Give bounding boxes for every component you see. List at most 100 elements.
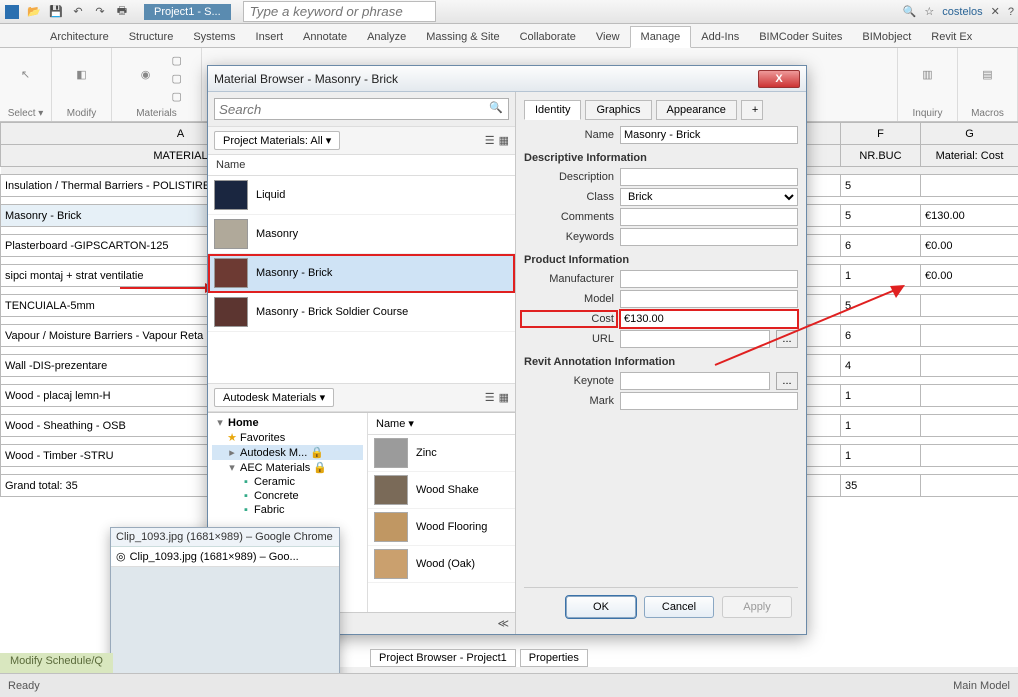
header-cost[interactable]: Material: Cost bbox=[921, 145, 1018, 167]
tab-appearance[interactable]: Appearance bbox=[656, 100, 737, 120]
table-cell[interactable] bbox=[921, 475, 1018, 497]
object-styles-icon[interactable]: ▢ bbox=[172, 54, 188, 70]
tab-manage[interactable]: Manage bbox=[630, 26, 692, 48]
infocenter-icon[interactable]: 🔍 bbox=[903, 5, 917, 18]
keynote-browse-button[interactable]: ... bbox=[776, 372, 798, 390]
workset-indicator[interactable]: Main Model bbox=[953, 680, 1010, 692]
tab-revitext[interactable]: Revit Ex bbox=[921, 27, 982, 47]
table-cell[interactable]: €0.00 bbox=[921, 265, 1018, 287]
project-tab[interactable]: Project1 - S... bbox=[144, 4, 231, 20]
table-cell[interactable]: 1 bbox=[841, 265, 921, 287]
user-menu[interactable]: costelos bbox=[942, 6, 982, 18]
tab-systems[interactable]: Systems bbox=[183, 27, 245, 47]
undo-icon[interactable]: ↶ bbox=[70, 4, 86, 20]
print-icon[interactable]: 🖶 bbox=[114, 4, 130, 20]
table-cell[interactable]: 6 bbox=[841, 325, 921, 347]
project-browser-tab[interactable]: Project Browser - Project1 bbox=[370, 649, 516, 667]
manufacturer-field[interactable] bbox=[620, 270, 798, 288]
app-menu-icon[interactable] bbox=[4, 4, 20, 20]
tab-add-button[interactable]: + bbox=[741, 100, 763, 120]
table-cell[interactable]: 35 bbox=[841, 475, 921, 497]
tab-massing[interactable]: Massing & Site bbox=[416, 27, 509, 47]
lib-view-thumb-icon[interactable]: ▦ bbox=[499, 391, 509, 404]
comments-field[interactable] bbox=[620, 208, 798, 226]
inquiry-icon[interactable]: ▥ bbox=[908, 54, 948, 94]
class-select[interactable]: Brick bbox=[620, 188, 798, 206]
url-field[interactable] bbox=[620, 330, 770, 348]
tab-bimcoder[interactable]: BIMCoder Suites bbox=[749, 27, 852, 47]
tab-view[interactable]: View bbox=[586, 27, 630, 47]
url-browse-button[interactable]: ... bbox=[776, 330, 798, 348]
apply-button[interactable]: Apply bbox=[722, 596, 792, 618]
table-cell[interactable] bbox=[921, 175, 1018, 197]
table-cell[interactable]: 1 bbox=[841, 415, 921, 437]
materials-ribbon-icon[interactable]: ◉ bbox=[126, 54, 166, 94]
table-cell[interactable]: 1 bbox=[841, 445, 921, 467]
col-letter-f[interactable]: F bbox=[841, 123, 921, 145]
redo-icon[interactable]: ↷ bbox=[92, 4, 108, 20]
mark-field[interactable] bbox=[620, 392, 798, 410]
table-cell[interactable]: 1 bbox=[841, 385, 921, 407]
list-item[interactable]: Masonry - Brick Soldier Course bbox=[256, 306, 408, 318]
tab-architecture[interactable]: Architecture bbox=[40, 27, 119, 47]
tab-identity[interactable]: Identity bbox=[524, 100, 581, 120]
header-nrbuc[interactable]: NR.BUC bbox=[841, 145, 921, 167]
tab-graphics[interactable]: Graphics bbox=[585, 100, 651, 120]
keynote-field[interactable] bbox=[620, 372, 770, 390]
project-info-icon[interactable]: ▢ bbox=[172, 90, 188, 106]
description-field[interactable] bbox=[620, 168, 798, 186]
modify-tool-icon[interactable]: ↖ bbox=[6, 54, 46, 94]
material-search-input[interactable] bbox=[214, 98, 509, 120]
lib-view-list-icon[interactable]: ☰ bbox=[485, 391, 495, 404]
tab-addins[interactable]: Add-Ins bbox=[691, 27, 749, 47]
col-letter-g[interactable]: G bbox=[921, 123, 1018, 145]
open-icon[interactable]: 📂 bbox=[26, 4, 42, 20]
tab-annotate[interactable]: Annotate bbox=[293, 27, 357, 47]
cost-field[interactable] bbox=[620, 310, 798, 328]
table-cell[interactable]: 5 bbox=[841, 175, 921, 197]
list-item[interactable]: Liquid bbox=[256, 189, 285, 201]
list-item-selected[interactable]: Masonry - Brick bbox=[256, 267, 332, 279]
library-list[interactable]: Name ▾ Zinc Wood Shake Wood Flooring Woo… bbox=[368, 413, 515, 612]
table-cell[interactable] bbox=[921, 355, 1018, 377]
table-cell[interactable] bbox=[921, 385, 1018, 407]
list-item[interactable]: Masonry bbox=[256, 228, 298, 240]
tab-collaborate[interactable]: Collaborate bbox=[510, 27, 586, 47]
lib-list-header[interactable]: Name ▾ bbox=[368, 413, 515, 435]
table-cell[interactable]: 6 bbox=[841, 235, 921, 257]
tab-analyze[interactable]: Analyze bbox=[357, 27, 416, 47]
table-cell[interactable]: 5 bbox=[841, 205, 921, 227]
view-list-icon[interactable]: ☰ bbox=[485, 134, 495, 147]
table-cell[interactable] bbox=[921, 445, 1018, 467]
materials-button-icon[interactable]: ◧ bbox=[62, 54, 102, 94]
view-thumb-icon[interactable]: ▦ bbox=[499, 134, 509, 147]
save-icon[interactable]: 💾 bbox=[48, 4, 64, 20]
search-icon[interactable]: 🔍 bbox=[489, 101, 503, 114]
modify-schedule-bar[interactable]: Modify Schedule/Q bbox=[0, 653, 113, 673]
keywords-field[interactable] bbox=[620, 228, 798, 246]
tab-bimobject[interactable]: BIMobject bbox=[852, 27, 921, 47]
table-cell[interactable]: 4 bbox=[841, 355, 921, 377]
tree-home[interactable]: ▾Home bbox=[212, 415, 363, 430]
ok-button[interactable]: OK bbox=[566, 596, 636, 618]
subscription-icon[interactable]: ☆ bbox=[924, 5, 934, 18]
table-cell[interactable] bbox=[921, 295, 1018, 317]
table-cell[interactable]: 5 bbox=[841, 295, 921, 317]
model-field[interactable] bbox=[620, 290, 798, 308]
snaps-icon[interactable]: ▢ bbox=[172, 72, 188, 88]
help-search-input[interactable] bbox=[243, 1, 436, 22]
list-header[interactable]: Name bbox=[208, 155, 515, 176]
table-cell[interactable] bbox=[921, 415, 1018, 437]
tab-structure[interactable]: Structure bbox=[119, 27, 184, 47]
project-materials-crumb[interactable]: Project Materials: All ▾ bbox=[214, 131, 340, 150]
table-cell[interactable] bbox=[921, 325, 1018, 347]
help-icon[interactable]: ? bbox=[1008, 6, 1014, 18]
collapse-libraries-icon[interactable]: ≪ bbox=[497, 617, 509, 630]
close-doc-icon[interactable]: ✕ bbox=[991, 5, 1000, 18]
dialog-close-button[interactable]: X bbox=[758, 70, 800, 88]
table-cell[interactable]: €130.00 bbox=[921, 205, 1018, 227]
taskbar-preview[interactable]: Clip_1093.jpg (1681×989) – Google Chrome… bbox=[110, 527, 340, 697]
cancel-button[interactable]: Cancel bbox=[644, 596, 714, 618]
table-cell[interactable]: €0.00 bbox=[921, 235, 1018, 257]
project-materials-list[interactable]: Name Liquid Masonry Masonry - Brick Maso… bbox=[208, 155, 515, 383]
